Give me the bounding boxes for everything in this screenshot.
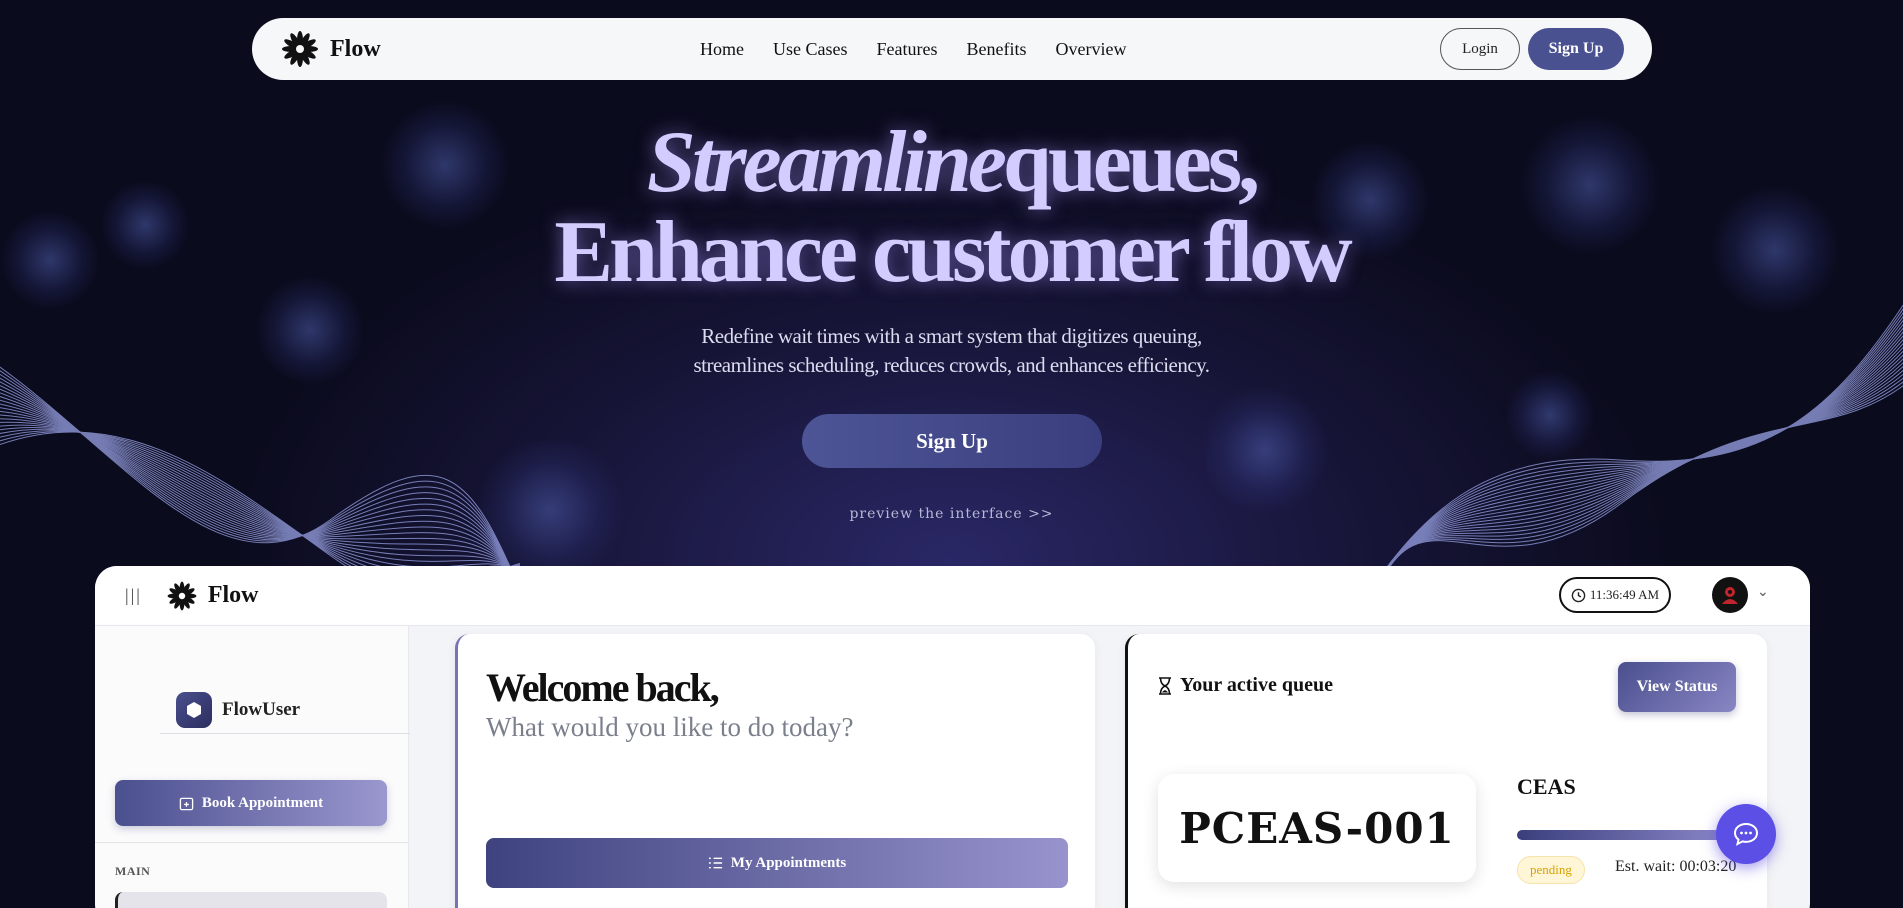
app-preview: ||| Flow 11:36:49 AM ⌄ FlowUser Book App… — [95, 566, 1810, 908]
service-name: CEAS — [1517, 774, 1576, 799]
hourglass-icon — [1159, 676, 1171, 695]
hero-subtitle: Redefine wait times with a smart system … — [0, 322, 1903, 380]
avatar[interactable] — [1712, 577, 1748, 613]
app-header: ||| Flow 11:36:49 AM ⌄ — [95, 566, 1810, 626]
top-navbar: Flow Home Use Cases Features Benefits Ov… — [252, 18, 1652, 80]
nav-signup-button[interactable]: Sign Up — [1528, 28, 1624, 70]
nav-links: Home Use Cases Features Benefits Overvie… — [700, 18, 1126, 80]
menu-icon[interactable]: ||| — [125, 585, 142, 606]
nav-link-home[interactable]: Home — [700, 39, 744, 60]
app-brand[interactable]: Flow — [166, 580, 259, 612]
sidebar-item-active[interactable] — [115, 892, 387, 908]
clock-icon — [1571, 588, 1586, 602]
queue-progress-bar — [1517, 830, 1739, 840]
book-appointment-label: Book Appointment — [201, 794, 324, 811]
hero-subtitle-line1: Redefine wait times with a smart system … — [701, 324, 1202, 348]
brand-name: Flow — [330, 35, 381, 62]
user-profile-row[interactable]: FlowUser — [160, 686, 410, 734]
nav-actions: Login Sign Up — [1440, 28, 1624, 70]
brand-logo[interactable]: Flow — [280, 29, 381, 69]
active-queue-card: Your active queue View Status PCEAS-001 … — [1125, 634, 1767, 908]
sidebar-divider — [95, 842, 409, 843]
login-button[interactable]: Login — [1440, 28, 1520, 70]
chat-bubble-icon — [1733, 822, 1759, 846]
user-name: FlowUser — [222, 698, 301, 720]
book-appointment-button[interactable]: Book Appointment — [115, 780, 387, 826]
welcome-subtitle: What would you like to do today? — [486, 712, 854, 742]
estimated-wait: Est. wait: 00:03:20 — [1615, 858, 1737, 875]
clock-time: 11:36:49 AM — [1589, 587, 1660, 602]
hero-signup-button[interactable]: Sign Up — [802, 414, 1102, 468]
sidebar-section-main: MAIN — [115, 864, 151, 878]
my-appointments-button[interactable]: My Appointments — [486, 838, 1068, 888]
clock-badge: 11:36:49 AM — [1559, 577, 1671, 613]
welcome-title: Welcome back, — [486, 665, 720, 710]
calendar-plus-icon — [179, 797, 194, 810]
hero-title-rest: queues, — [1002, 114, 1260, 211]
user-logo-icon — [176, 691, 212, 728]
queue-title-text: Your active queue — [1180, 674, 1333, 696]
hero-title-italic: Streamline — [646, 114, 1007, 211]
hero-title: Streamlinequeues, Enhance customer flow — [0, 118, 1903, 298]
status-badge: pending — [1517, 856, 1585, 884]
nav-link-benefits[interactable]: Benefits — [966, 39, 1026, 60]
flow-flower-icon — [282, 31, 318, 67]
chat-button[interactable] — [1716, 804, 1776, 864]
my-appointments-label: My Appointments — [730, 854, 847, 871]
nav-link-features[interactable]: Features — [877, 39, 938, 60]
preview-interface-link[interactable]: preview the interface >> — [0, 506, 1903, 522]
list-icon — [708, 857, 722, 869]
nav-link-overview[interactable]: Overview — [1055, 39, 1126, 60]
hero-title-line2: Enhance customer flow — [554, 204, 1352, 301]
flow-flower-icon — [167, 581, 197, 610]
queue-title: Your active queue — [1158, 674, 1333, 697]
welcome-card: Welcome back, What would you like to do … — [455, 634, 1095, 908]
queue-ticket-number: PCEAS-001 — [1158, 774, 1476, 882]
nav-link-use-cases[interactable]: Use Cases — [773, 39, 848, 60]
sidebar: FlowUser Book Appointment MAIN — [95, 626, 410, 908]
view-status-button[interactable]: View Status — [1618, 662, 1736, 712]
app-brand-name: Flow — [207, 582, 259, 608]
hero-subtitle-line2: streamlines scheduling, reduces crowds, … — [693, 353, 1210, 377]
chevron-down-icon[interactable]: ⌄ — [1757, 584, 1769, 601]
avatar-image — [1722, 587, 1738, 604]
